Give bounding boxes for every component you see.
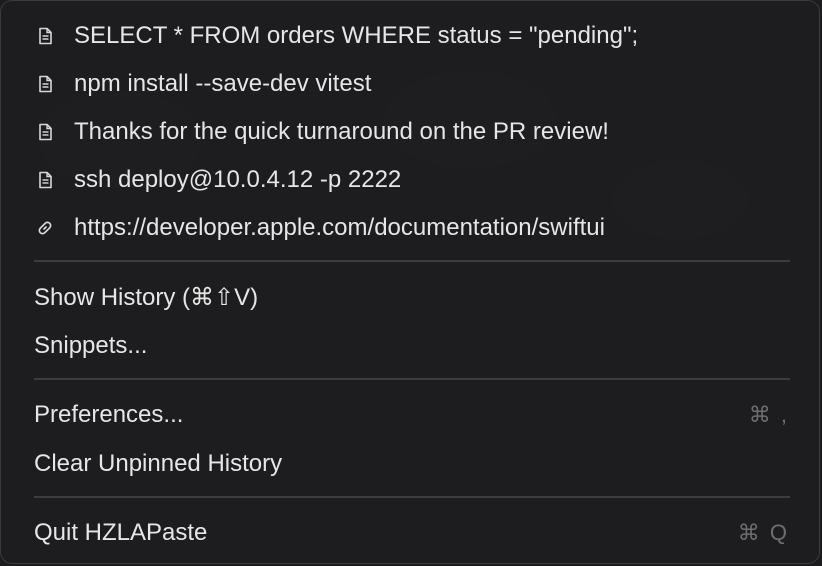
clipboard-item-thanks[interactable]: Thanks for the quick turnaround on the P… — [1, 108, 819, 156]
snippets-menu-item[interactable]: Snippets... — [1, 322, 819, 370]
show-history-menu-item[interactable]: Show History (⌘⇧V) — [1, 274, 819, 322]
preferences-shortcut: ⌘ , — [748, 402, 789, 427]
link-icon — [38, 221, 52, 235]
clipboard-item-label: https://developer.apple.com/documentatio… — [74, 214, 605, 241]
quit-menu-item[interactable]: Quit HZLAPaste ⌘ Q — [1, 509, 819, 557]
document-icon — [39, 123, 52, 141]
clipboard-item-npm[interactable]: npm install --save-dev vitest — [1, 60, 819, 108]
quit-shortcut: ⌘ Q — [737, 520, 789, 545]
preferences-label: Preferences... — [34, 401, 184, 428]
preferences-menu-item[interactable]: Preferences... ⌘ , — [1, 391, 819, 439]
clipboard-menu: SELECT * FROM orders WHERE status = "pen… — [0, 0, 820, 564]
clipboard-item-label: npm install --save-dev vitest — [74, 70, 372, 97]
document-icon — [39, 27, 52, 45]
snippets-label: Snippets... — [34, 332, 148, 359]
menu-divider — [34, 260, 790, 262]
quit-label: Quit HZLAPaste — [34, 519, 208, 546]
menu-divider — [34, 496, 790, 498]
clipboard-item-label: SELECT * FROM orders WHERE status = "pen… — [74, 22, 639, 49]
document-icon — [39, 171, 52, 189]
clipboard-item-label: ssh deploy@10.0.4.12 -p 2222 — [74, 166, 402, 193]
clipboard-item-url[interactable]: https://developer.apple.com/documentatio… — [1, 204, 819, 252]
clear-history-label: Clear Unpinned History — [34, 450, 283, 477]
clipboard-item-label: Thanks for the quick turnaround on the P… — [74, 118, 609, 145]
clear-unpinned-history-menu-item[interactable]: Clear Unpinned History — [1, 440, 819, 488]
clipboard-item-ssh[interactable]: ssh deploy@10.0.4.12 -p 2222 — [1, 156, 819, 204]
clipboard-item-sql[interactable]: SELECT * FROM orders WHERE status = "pen… — [1, 12, 819, 60]
document-icon — [39, 75, 52, 93]
menu-divider — [34, 378, 790, 380]
show-history-label: Show History (⌘⇧V) — [34, 284, 259, 311]
